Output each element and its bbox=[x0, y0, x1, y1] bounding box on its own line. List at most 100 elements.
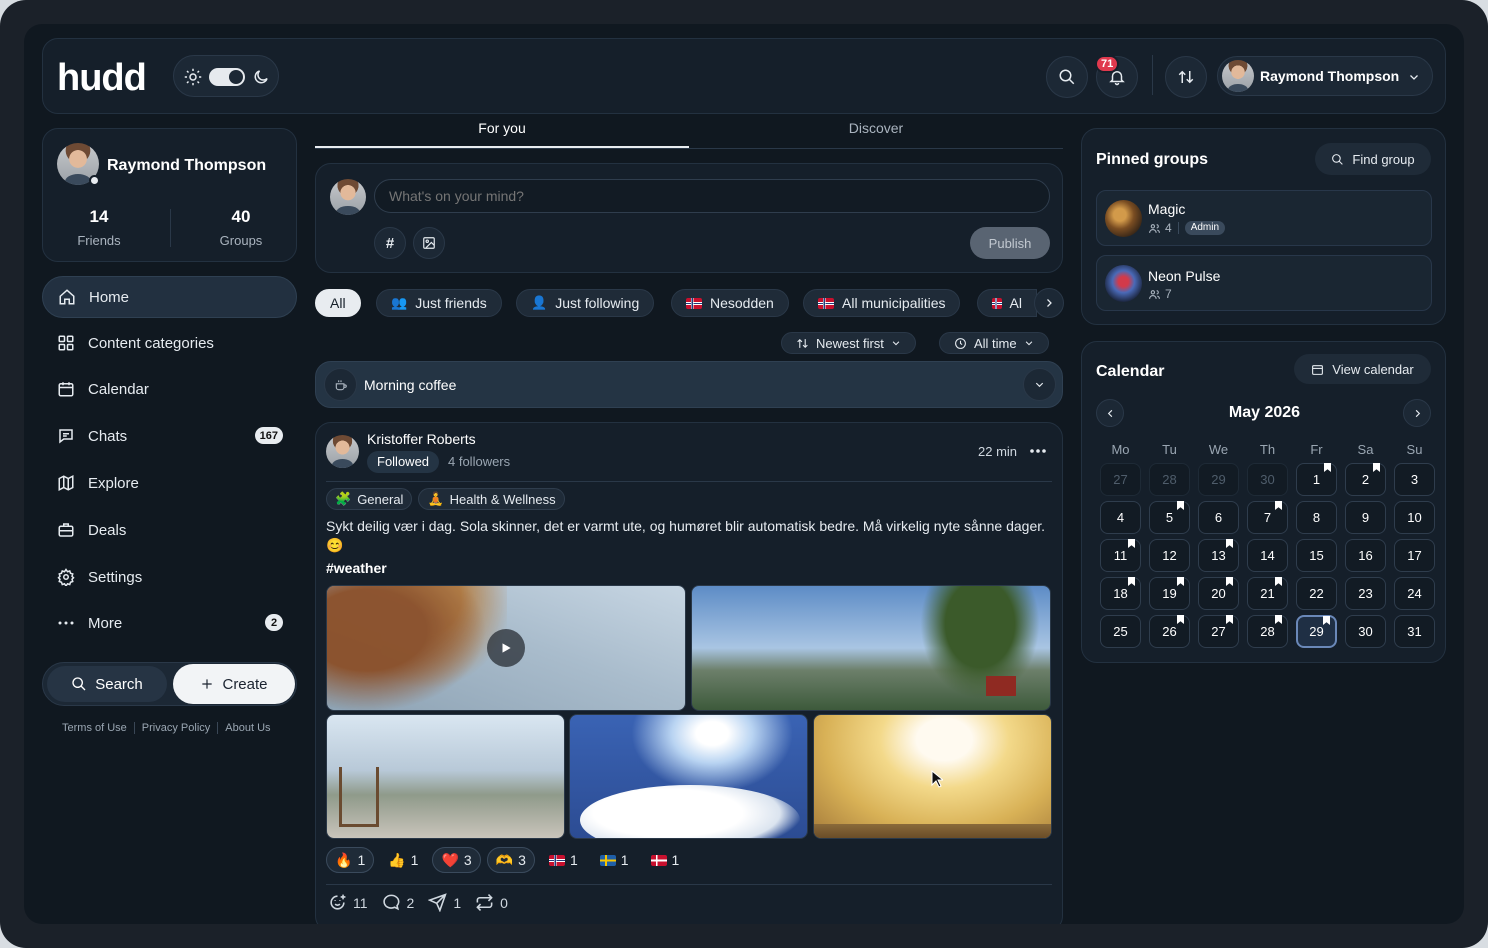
calendar-day[interactable]: 22 bbox=[1296, 577, 1337, 610]
reaction-denmark-flag[interactable]: 1 bbox=[643, 847, 688, 873]
calendar-day[interactable]: 12 bbox=[1149, 539, 1190, 572]
group-section-bar[interactable]: Morning coffee bbox=[315, 361, 1063, 408]
filter-truncated[interactable]: Al bbox=[977, 289, 1037, 317]
calendar-day[interactable]: 21 bbox=[1247, 577, 1288, 610]
calendar-day[interactable]: 24 bbox=[1394, 577, 1435, 610]
calendar-day[interactable]: 25 bbox=[1100, 615, 1141, 648]
filter-just-following[interactable]: 👤 Just following bbox=[516, 289, 655, 317]
calendar-day-outside[interactable]: 28 bbox=[1149, 463, 1190, 496]
terms-link[interactable]: Terms of Use bbox=[62, 722, 134, 734]
nav-explore[interactable]: Explore bbox=[42, 462, 297, 504]
post-author[interactable]: Kristoffer Roberts bbox=[367, 431, 476, 447]
play-button[interactable] bbox=[487, 629, 525, 667]
reaction-fire[interactable]: 🔥 1 bbox=[326, 847, 375, 873]
calendar-day[interactable]: 19 bbox=[1149, 577, 1190, 610]
tab-discover[interactable]: Discover bbox=[689, 120, 1063, 136]
friends-stat[interactable]: 14 Friends bbox=[67, 207, 131, 248]
calendar-day[interactable]: 16 bbox=[1345, 539, 1386, 572]
calendar-day[interactable]: 14 bbox=[1247, 539, 1288, 572]
nav-calendar[interactable]: Calendar bbox=[42, 368, 297, 410]
calendar-day[interactable]: 30 bbox=[1345, 615, 1386, 648]
profile-name[interactable]: Raymond Thompson bbox=[107, 157, 266, 175]
composer-input[interactable] bbox=[374, 179, 1050, 213]
reaction-heart-hands[interactable]: 🫶 3 bbox=[486, 847, 535, 873]
calendar-day[interactable]: 28 bbox=[1247, 615, 1288, 648]
calendar-day[interactable]: 6 bbox=[1198, 501, 1239, 534]
filter-just-friends[interactable]: 👥 Just friends bbox=[376, 289, 502, 317]
calendar-day[interactable]: 26 bbox=[1149, 615, 1190, 648]
followed-badge[interactable]: Followed bbox=[367, 451, 440, 473]
filter-all[interactable]: All bbox=[315, 289, 361, 317]
share-button[interactable]: 1 bbox=[428, 893, 461, 912]
comment-button[interactable]: 2 bbox=[382, 893, 414, 912]
calendar-day[interactable]: 18 bbox=[1100, 577, 1141, 610]
calendar-day-outside[interactable]: 30 bbox=[1247, 463, 1288, 496]
next-month-button[interactable] bbox=[1403, 399, 1431, 427]
react-button[interactable]: 11 bbox=[328, 893, 368, 912]
calendar-day[interactable]: 29 bbox=[1296, 615, 1337, 648]
view-calendar-button[interactable]: View calendar bbox=[1294, 354, 1431, 384]
reaction-sweden-flag[interactable]: 1 bbox=[592, 847, 637, 873]
filters-scroll-right-button[interactable] bbox=[1034, 288, 1064, 318]
more-options-icon[interactable] bbox=[1029, 447, 1047, 455]
reaction-heart[interactable]: ❤️ 3 bbox=[432, 847, 481, 873]
nav-settings[interactable]: Settings bbox=[42, 556, 297, 598]
switch-account-button[interactable] bbox=[1165, 56, 1207, 98]
calendar-day[interactable]: 1 bbox=[1296, 463, 1337, 496]
image-button[interactable] bbox=[413, 227, 445, 259]
calendar-day[interactable]: 17 bbox=[1394, 539, 1435, 572]
calendar-day[interactable]: 27 bbox=[1198, 615, 1239, 648]
time-range-dropdown[interactable]: All time bbox=[939, 332, 1049, 354]
filter-nesodden[interactable]: Nesodden bbox=[671, 289, 789, 317]
logo[interactable]: hudd bbox=[57, 57, 147, 100]
calendar-day[interactable]: 20 bbox=[1198, 577, 1239, 610]
calendar-day-outside[interactable]: 29 bbox=[1198, 463, 1239, 496]
theme-switch[interactable] bbox=[209, 68, 245, 86]
post-image-playground[interactable] bbox=[326, 714, 565, 839]
nav-chats[interactable]: Chats 167 bbox=[42, 415, 297, 457]
calendar-day[interactable]: 8 bbox=[1296, 501, 1337, 534]
expand-button[interactable] bbox=[1023, 368, 1056, 401]
publish-button[interactable]: Publish bbox=[970, 227, 1050, 259]
calendar-day[interactable]: 13 bbox=[1198, 539, 1239, 572]
groups-stat[interactable]: 40 Groups bbox=[209, 207, 273, 248]
about-link[interactable]: About Us bbox=[217, 722, 277, 734]
post-image-clouds[interactable] bbox=[569, 714, 808, 839]
nav-content-categories[interactable]: Content categories bbox=[42, 322, 297, 364]
search-button[interactable] bbox=[1046, 56, 1088, 98]
calendar-day[interactable]: 15 bbox=[1296, 539, 1337, 572]
reaction-thumbs-up[interactable]: 👍 1 bbox=[380, 847, 426, 873]
calendar-day[interactable]: 2 bbox=[1345, 463, 1386, 496]
avatar[interactable] bbox=[326, 435, 359, 468]
filter-all-municipalities[interactable]: All municipalities bbox=[803, 289, 961, 317]
calendar-day[interactable]: 10 bbox=[1394, 501, 1435, 534]
post-image-lake[interactable] bbox=[691, 585, 1051, 711]
sidebar-search-button[interactable]: Search bbox=[47, 666, 167, 702]
tab-for-you[interactable]: For you bbox=[315, 120, 689, 136]
calendar-day[interactable]: 3 bbox=[1394, 463, 1435, 496]
user-menu[interactable]: Raymond Thompson bbox=[1217, 56, 1433, 96]
tag-health-wellness[interactable]: 🧘 Health & Wellness bbox=[418, 488, 565, 510]
nav-more[interactable]: More 2 bbox=[42, 602, 297, 644]
reaction-norway-flag[interactable]: 1 bbox=[541, 847, 586, 873]
post-hashtag[interactable]: #weather bbox=[326, 560, 387, 576]
privacy-link[interactable]: Privacy Policy bbox=[133, 722, 217, 734]
theme-toggle[interactable] bbox=[173, 55, 279, 97]
calendar-day[interactable]: 31 bbox=[1394, 615, 1435, 648]
sort-order-dropdown[interactable]: Newest first bbox=[781, 332, 916, 354]
calendar-day[interactable]: 11 bbox=[1100, 539, 1141, 572]
hashtag-button[interactable]: # bbox=[374, 227, 406, 259]
calendar-day[interactable]: 7 bbox=[1247, 501, 1288, 534]
tag-general[interactable]: 🧩 General bbox=[326, 488, 413, 510]
calendar-day[interactable]: 9 bbox=[1345, 501, 1386, 534]
repost-button[interactable]: 0 bbox=[475, 893, 508, 912]
post-video[interactable] bbox=[326, 585, 686, 711]
create-button[interactable]: Create bbox=[173, 664, 295, 704]
calendar-day-outside[interactable]: 27 bbox=[1100, 463, 1141, 496]
nav-deals[interactable]: Deals bbox=[42, 509, 297, 551]
calendar-day[interactable]: 4 bbox=[1100, 501, 1141, 534]
nav-home[interactable]: Home bbox=[42, 276, 297, 318]
calendar-day[interactable]: 23 bbox=[1345, 577, 1386, 610]
find-group-button[interactable]: Find group bbox=[1315, 143, 1431, 175]
group-item-neon-pulse[interactable]: Neon Pulse 7 bbox=[1096, 255, 1432, 311]
